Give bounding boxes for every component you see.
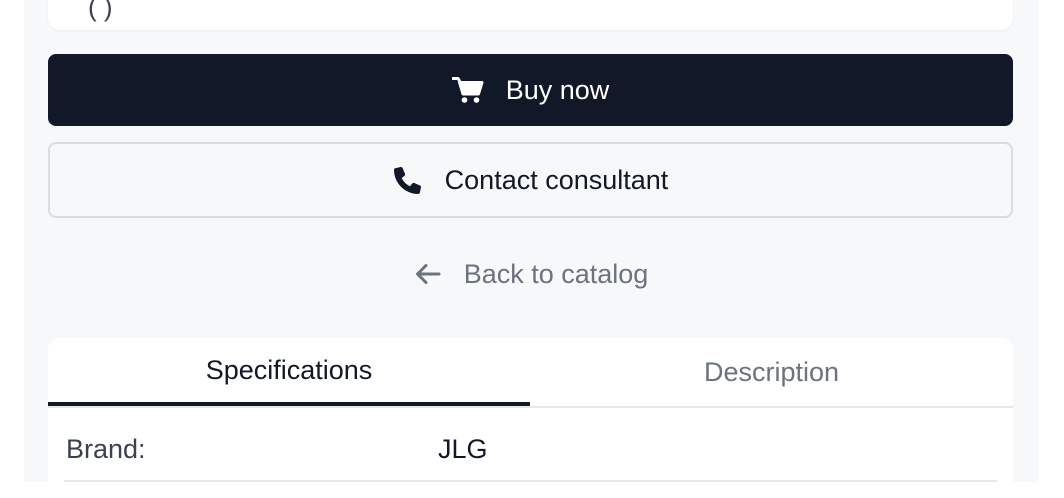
cart-icon bbox=[451, 76, 484, 104]
tab-specifications[interactable]: Specifications bbox=[48, 338, 530, 404]
page: ( ) Buy now Contact consultant Back to c… bbox=[24, 0, 1038, 498]
spec-value: JLG bbox=[438, 434, 488, 464]
phone-icon bbox=[393, 165, 423, 195]
back-to-catalog-label: Back to catalog bbox=[463, 258, 649, 289]
product-details-card: Specifications Description Brand: JLG bbox=[48, 338, 1013, 498]
buy-now-label: Buy now bbox=[505, 74, 610, 105]
back-to-catalog-link[interactable]: Back to catalog bbox=[24, 252, 1038, 296]
arrow-left-icon bbox=[414, 262, 442, 286]
contact-consultant-button[interactable]: Contact consultant bbox=[48, 142, 1013, 218]
tab-description-label: Description bbox=[703, 356, 840, 387]
tab-bar: Specifications Description bbox=[48, 338, 1013, 408]
tab-specifications-label: Specifications bbox=[205, 354, 373, 385]
product-info-card: ( ) bbox=[48, 0, 1013, 30]
buy-now-button[interactable]: Buy now bbox=[48, 54, 1013, 126]
tab-description[interactable]: Description bbox=[530, 338, 1013, 406]
active-tab-indicator bbox=[48, 402, 530, 406]
spec-label: Brand: bbox=[66, 434, 146, 464]
product-info-text: ( ) bbox=[88, 0, 113, 22]
contact-consultant-label: Contact consultant bbox=[444, 164, 669, 195]
spec-row: Brand: JLG bbox=[64, 430, 997, 482]
